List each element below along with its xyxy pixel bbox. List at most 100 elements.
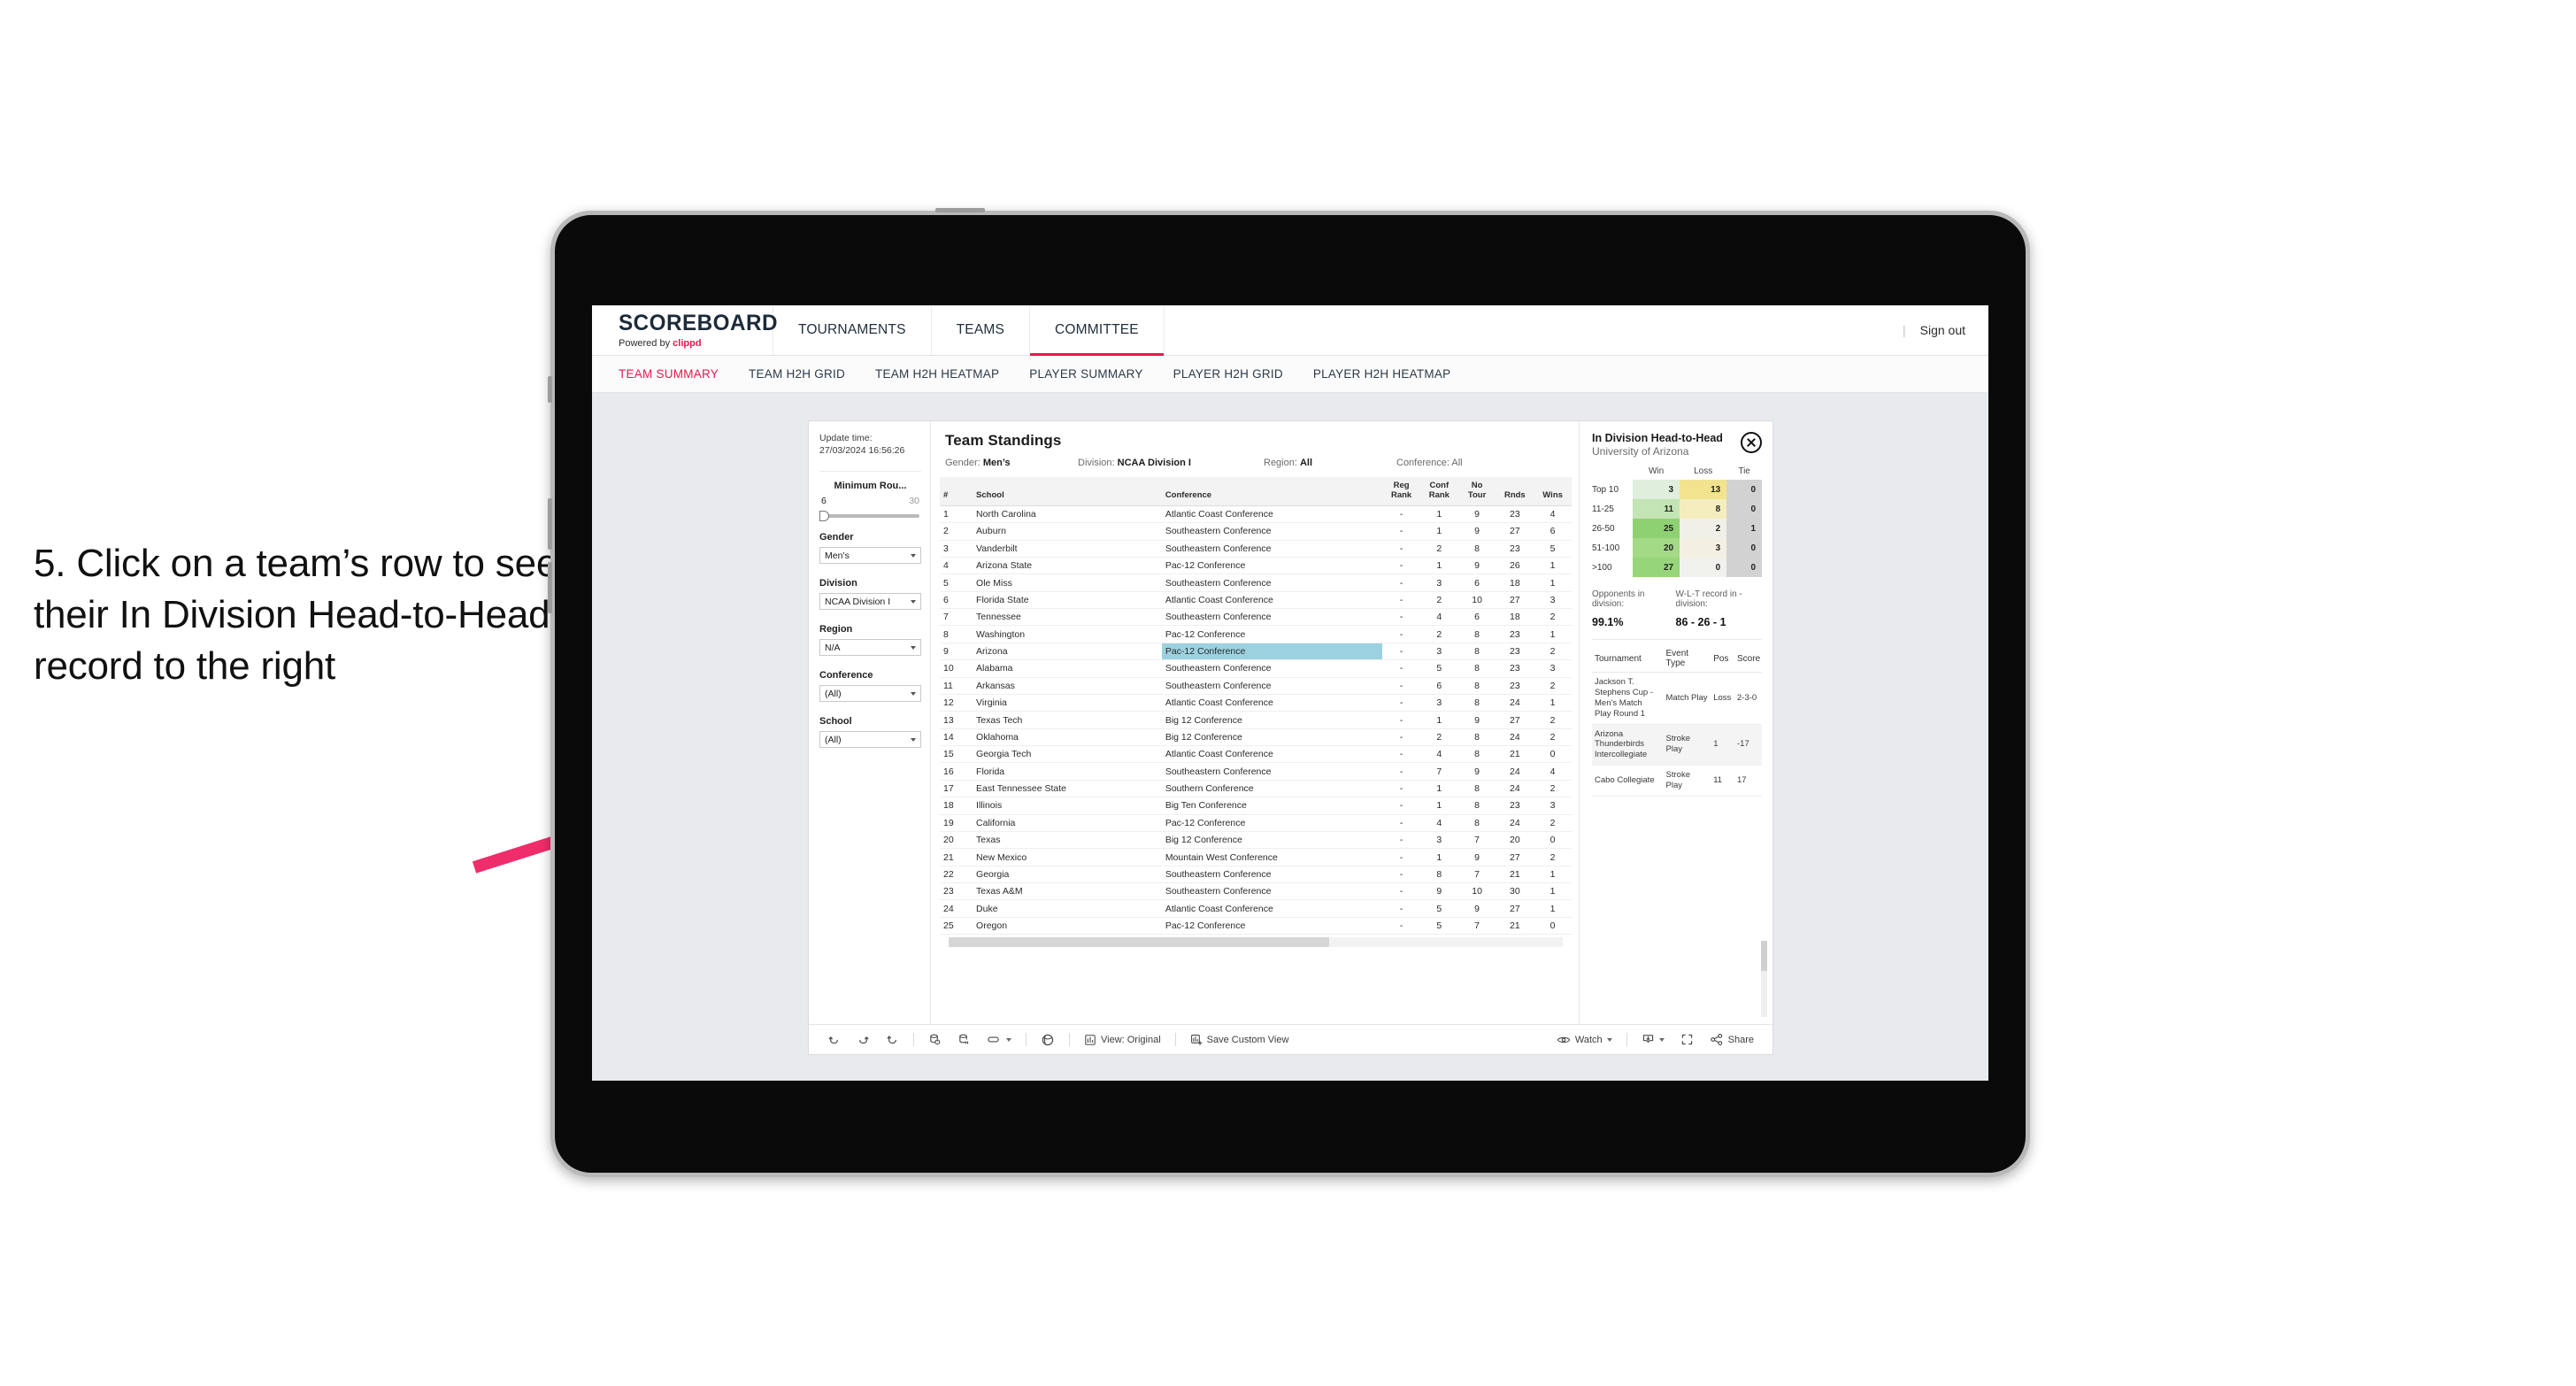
table-row[interactable]: 10 Alabama Southeastern Conference -5 8 23 3 <box>940 659 1572 678</box>
pause-updates-button[interactable] <box>950 1029 979 1051</box>
nav-item-tournaments[interactable]: TOURNAMENTS <box>773 305 932 355</box>
watch-button[interactable]: Watch <box>1549 1029 1620 1051</box>
tab-team-summary[interactable]: TEAM SUMMARY <box>619 367 719 381</box>
events-col-pos[interactable]: Pos <box>1711 645 1735 673</box>
h2h-cell-win[interactable]: 27 <box>1633 558 1680 577</box>
events-col-event-type[interactable]: Event Type <box>1663 645 1711 673</box>
table-row[interactable]: 13 Texas Tech Big 12 Conference -1 9 27 2 <box>940 711 1572 729</box>
gender-select[interactable]: Men’s <box>819 547 921 565</box>
table-row[interactable]: 17 East Tennessee State Southern Conferenc… <box>940 780 1572 798</box>
nav-item-teams[interactable]: TEAMS <box>932 305 1031 355</box>
row-cell-conference: Big 12 Conference <box>1161 728 1383 747</box>
h2h-cell-loss[interactable]: 2 <box>1680 519 1727 538</box>
event-row[interactable]: Jackson T. Stephens Cup - Men’s Match Pl… <box>1592 672 1762 725</box>
close-circle-icon[interactable] <box>1741 432 1762 453</box>
tab-player-h2h-grid[interactable]: PLAYER H2H GRID <box>1173 367 1283 381</box>
standings-table-wrap[interactable]: # School Conference Reg Rank Conf Rank No T… <box>931 477 1579 1024</box>
table-row[interactable]: 23 Texas A&M Southeastern Conference -9 10 30… <box>940 882 1572 901</box>
table-row[interactable]: 22 Georgia Southeastern Conference -8 7 21 1 <box>940 866 1572 884</box>
col-header-reg-rank[interactable]: Reg Rank <box>1382 477 1420 506</box>
download-button[interactable] <box>1634 1029 1672 1051</box>
table-row[interactable]: 9 Arizona Pac-12 Conference -3 8 23 2 <box>940 643 1572 661</box>
minimum-rounds-slider[interactable] <box>819 511 919 522</box>
row-cell-rnds: 21 <box>1496 745 1534 764</box>
alerts-button[interactable] <box>1033 1029 1063 1051</box>
school-select[interactable]: (All) <box>819 731 921 749</box>
events-col-score[interactable]: Score <box>1734 645 1762 673</box>
view-shape-button[interactable] <box>979 1029 1019 1051</box>
h2h-cell-loss[interactable]: 13 <box>1680 480 1727 499</box>
h2h-cell-tie[interactable]: 0 <box>1726 499 1762 519</box>
row-cell-rank: 3 <box>940 540 973 558</box>
revert-button[interactable] <box>878 1029 907 1051</box>
event-row[interactable]: Cabo Collegiate Stroke Play 11 17 <box>1592 765 1762 797</box>
table-row[interactable]: 12 Virginia Atlantic Coast Conference -3 8 24… <box>940 694 1572 712</box>
tab-player-summary[interactable]: PLAYER SUMMARY <box>1029 367 1142 381</box>
nav-item-committee[interactable]: COMMITTEE <box>1030 305 1165 356</box>
table-row[interactable]: 14 Oklahoma Big 12 Conference -2 8 24 2 <box>940 728 1572 747</box>
h2h-cell-loss[interactable]: 0 <box>1680 558 1727 577</box>
h2h-cell-loss[interactable]: 3 <box>1680 538 1727 558</box>
h2h-cell-tie[interactable]: 0 <box>1726 538 1762 558</box>
col-header-conference[interactable]: Conference <box>1161 477 1383 506</box>
refresh-data-button[interactable] <box>920 1029 950 1051</box>
col-header-conf-rank[interactable]: Conf Rank <box>1419 477 1458 506</box>
h2h-cell-tie[interactable]: 0 <box>1726 558 1762 577</box>
tab-player-h2h-heatmap[interactable]: PLAYER H2H HEATMAP <box>1313 367 1451 381</box>
undo-button[interactable] <box>819 1029 849 1051</box>
table-row[interactable]: 4 Arizona State Pac-12 Conference -1 9 26 1 <box>940 557 1572 575</box>
conference-select[interactable]: (All) <box>819 685 921 703</box>
scrollbar-thumb[interactable] <box>949 937 1330 948</box>
table-row[interactable]: 24 Duke Atlantic Coast Conference -5 9 27 1 <box>940 899 1572 918</box>
events-col-tournament[interactable]: Tournament <box>1592 645 1664 673</box>
tab-team-h2h-grid[interactable]: TEAM H2H GRID <box>749 367 845 381</box>
save-custom-view-label: Save Custom View <box>1206 1034 1289 1045</box>
save-custom-view-button[interactable]: Save Custom View <box>1182 1029 1297 1051</box>
col-header-no-tour[interactable]: No Tour <box>1457 477 1496 506</box>
scrollbar-thumb[interactable] <box>1761 941 1767 971</box>
table-row[interactable]: 15 Georgia Tech Atlantic Coast Conference -… <box>940 745 1572 764</box>
table-row[interactable]: 18 Illinois Big Ten Conference -1 8 23 3 <box>940 797 1572 815</box>
table-row[interactable]: 11 Arkansas Southeastern Conference -6 8 23 2 <box>940 677 1572 695</box>
tab-team-h2h-heatmap[interactable]: TEAM H2H HEATMAP <box>875 367 999 381</box>
table-row[interactable]: 25 Oregon Pac-12 Conference -5 7 21 0 <box>940 917 1572 936</box>
redo-button[interactable] <box>849 1029 878 1051</box>
table-row[interactable]: 3 Vanderbilt Southeastern Conference -2 8 23 5 <box>940 540 1572 558</box>
table-row[interactable]: 16 Florida Southeastern Conference -7 9 24 4 <box>940 762 1572 781</box>
h2h-cell-loss[interactable]: 8 <box>1680 499 1727 519</box>
table-row[interactable]: 1 North Carolina Atlantic Coast Conference… <box>940 505 1572 524</box>
h2h-cell-win[interactable]: 25 <box>1633 519 1680 538</box>
app-screen: SCOREBOARD Powered by clippd TOURNAMENTS… <box>592 305 1988 1081</box>
h2h-cell-win[interactable]: 3 <box>1633 480 1680 499</box>
horizontal-scrollbar[interactable] <box>949 937 1563 948</box>
row-cell-rnds: 27 <box>1496 848 1534 866</box>
col-header-school[interactable]: School <box>973 477 1162 506</box>
col-header-wins[interactable]: Wins <box>1534 477 1572 506</box>
row-cell-conference: Big 12 Conference <box>1161 711 1383 729</box>
event-row[interactable]: Arizona Thunderbirds Intercollegiate Stro… <box>1592 724 1762 766</box>
table-row[interactable]: 2 Auburn Southeastern Conference -1 9 27 6 <box>940 522 1572 541</box>
col-header-rank[interactable]: # <box>940 477 973 506</box>
h2h-cell-win[interactable]: 20 <box>1633 538 1680 558</box>
table-row[interactable]: 7 Tennessee Southeastern Conference -4 6 18 2 <box>940 608 1572 627</box>
table-row[interactable]: 5 Ole Miss Southeastern Conference -3 6 18 1 <box>940 574 1572 592</box>
table-row[interactable]: 19 California Pac-12 Conference -4 8 24 2 <box>940 814 1572 832</box>
division-select[interactable]: NCAA Division I <box>819 593 921 611</box>
table-row[interactable]: 21 New Mexico Mountain West Conference -1 9 2… <box>940 848 1572 866</box>
h2h-cell-tie[interactable]: 0 <box>1726 480 1762 499</box>
table-row[interactable]: 6 Florida State Atlantic Coast Conference -… <box>940 591 1572 610</box>
slider-handle[interactable] <box>819 511 829 522</box>
h2h-cell-win[interactable]: 11 <box>1633 499 1680 519</box>
region-select[interactable]: N/A <box>819 639 921 657</box>
col-header-rnds[interactable]: Rnds <box>1496 477 1534 506</box>
h2h-cell-tie[interactable]: 1 <box>1726 519 1762 538</box>
share-button[interactable]: Share <box>1702 1029 1762 1051</box>
sign-out-link[interactable]: Sign out <box>1920 323 1965 337</box>
visualization-card: Update time: 27/03/2024 16:56:26 Minimum… <box>809 421 1772 1054</box>
events-vertical-scrollbar[interactable] <box>1761 941 1767 1017</box>
table-row[interactable]: 20 Texas Big 12 Conference -3 7 20 0 <box>940 831 1572 850</box>
fullscreen-button[interactable] <box>1672 1029 1702 1051</box>
brand-logo[interactable]: SCOREBOARD Powered by clippd <box>592 305 778 355</box>
table-row[interactable]: 8 Washington Pac-12 Conference -2 8 23 1 <box>940 625 1572 643</box>
view-original-button[interactable]: View: Original <box>1076 1029 1169 1051</box>
